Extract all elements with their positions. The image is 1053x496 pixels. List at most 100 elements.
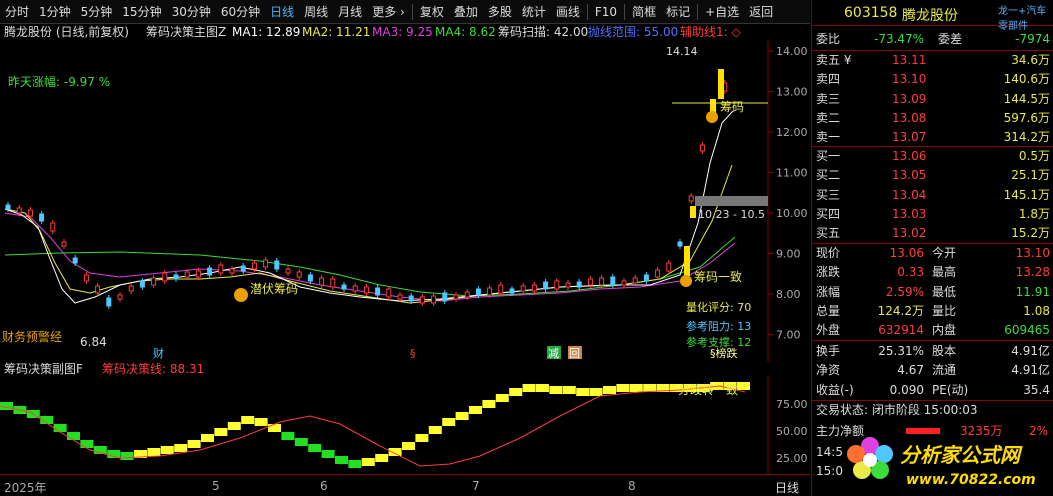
toolbar-item-4[interactable]: 30分钟 (167, 0, 216, 24)
stat-label: 外盘 (816, 323, 841, 338)
candle-body (195, 270, 201, 278)
chip-scan-value: 筹码扫描: 42.00 (498, 25, 589, 39)
main-kline-chart[interactable]: 14.00 13.00 12.00 11.00 10.00 9.00 8.00 7.00 昨天… (0, 41, 810, 362)
candle-body (27, 209, 33, 217)
toolbar-item-3[interactable]: 15分钟 (117, 0, 166, 24)
ask-row[interactable]: 卖五 ¥ 13.11 34.6万 (812, 51, 1053, 70)
sub-indicator-name[interactable]: 筹码决策副图F (4, 362, 83, 376)
site-logo: 分析家公式网 www.70822.com (847, 437, 1036, 488)
stat-label: 量比 (932, 303, 957, 318)
candle-body (621, 280, 627, 286)
stat-value: 632914 (878, 323, 924, 338)
ask-row[interactable]: 卖一 13.07 314.2万 (812, 128, 1053, 147)
trade-status-text: 交易状态: 闭市阶段 15:00:03 (816, 403, 978, 417)
stat-value: 13.06 (889, 246, 924, 260)
bid-row[interactable]: 买二 13.05 25.1万 (812, 166, 1053, 185)
ask-volume: 144.5万 (1003, 91, 1050, 106)
decision-bar (375, 454, 389, 462)
candle-body (431, 295, 437, 304)
bid-row[interactable]: 买五 13.02 15.2万 (812, 224, 1053, 243)
stat-value: 11.91 (1015, 284, 1050, 299)
stat-row: 换手 25.31% 股本 4.91亿 (812, 342, 1053, 361)
hidden-chip-label: 潜伏筹码 (250, 282, 298, 296)
finance-warning-label: 财务预警经 (2, 329, 62, 344)
toolbar-item-14[interactable]: 画线 (551, 0, 585, 24)
ask-volume: 597.6万 (1003, 110, 1050, 125)
high-price-label: 14.14 (666, 45, 698, 58)
decision-bar (388, 448, 402, 456)
ranking-drop-marker[interactable]: §榜跌 (710, 346, 738, 360)
price-tick-label: 11.00 (776, 167, 808, 180)
price-tick-label: 13.00 (776, 86, 808, 99)
ask-row[interactable]: 卖四 13.10 140.6万 (812, 70, 1053, 89)
toolbar-item-5[interactable]: 60分钟 (216, 0, 265, 24)
decision-bar (522, 384, 536, 392)
ask-label: 卖五 ¥ (816, 53, 852, 67)
candle-body (95, 285, 101, 294)
candle-body (139, 280, 145, 288)
stat-label: 净资 (816, 363, 841, 378)
decision-bar (160, 446, 174, 454)
stat-label: 收益(-) (816, 382, 854, 397)
stat-value: 35.4 (1023, 382, 1050, 397)
toolbar-item-18[interactable]: +自选 (700, 0, 744, 24)
decision-bar (536, 384, 549, 392)
chip-money-icon (706, 111, 718, 123)
decision-bar (335, 456, 348, 464)
date-axis: 2025年 5 6 7 8 日线 (0, 474, 810, 496)
bid-row[interactable]: 买三 13.04 145.1万 (812, 186, 1053, 205)
stat-value: 124.2万 (877, 303, 924, 318)
decision-bar (281, 432, 295, 440)
chip-consistent-icon (680, 275, 692, 287)
weibi-value: -73.47% (874, 32, 925, 46)
decision-bar (241, 416, 255, 424)
buyback-marker[interactable]: 回 (569, 347, 580, 360)
toolbar-item-6[interactable]: 日线 (265, 0, 299, 24)
toolbar-item-1[interactable]: 1分钟 (34, 0, 76, 24)
decision-bar (576, 388, 590, 396)
toolbar-item-15[interactable]: F10 (590, 0, 622, 24)
decision-bar (616, 384, 630, 392)
toolbar-item-17[interactable]: 标记 (661, 0, 695, 24)
reduce-marker[interactable]: 减 (548, 347, 559, 360)
toolbar-item-16[interactable]: 简框 (627, 0, 661, 24)
toolbar-item-12[interactable]: 多股 (483, 0, 517, 24)
toolbar-item-2[interactable]: 5分钟 (76, 0, 118, 24)
finance-marker[interactable]: 财 (153, 346, 164, 360)
candle-body (274, 260, 280, 270)
stat-label: 内盘 (932, 323, 957, 338)
candle-body (184, 271, 190, 278)
toolbar-item-19[interactable]: 返回 (744, 0, 778, 24)
bid-row[interactable]: 买四 13.03 1.8万 (812, 205, 1053, 224)
toolbar-item-9[interactable]: 更多 › (367, 0, 410, 24)
bid-row[interactable]: 买一 13.06 0.5万 (812, 147, 1053, 166)
sector-link[interactable]: 龙一+汽车零部件 (998, 2, 1053, 32)
date-month-6: 6 (320, 479, 328, 493)
candle-body (677, 241, 683, 247)
toolbar-item-10[interactable]: 复权 (415, 0, 449, 24)
indicator-name[interactable]: 筹码决策主图Z (146, 24, 226, 41)
tick-time-1: 14:5 (816, 445, 843, 459)
stat-row: 涨跌 0.33 最高 13.28 (812, 263, 1053, 282)
period-label[interactable]: 日线 (775, 479, 799, 496)
toolbar-item-11[interactable]: 叠加 (449, 0, 483, 24)
ask-row[interactable]: 卖三 13.09 144.5万 (812, 90, 1053, 109)
sub-indicator-chart[interactable]: 75.00 50.00 25.00 分歧转一致 (0, 376, 810, 474)
toolbar-item-8[interactable]: 月线 (333, 0, 367, 24)
decision-bar (402, 442, 415, 450)
period-toolbar: 分时 1分钟 5分钟 15分钟 30分钟 60分钟 日线 周线 月线 更多 › 复权 叠加 多股 统计 画线… (0, 0, 810, 24)
candle-body (307, 274, 313, 282)
candle-body (5, 204, 11, 210)
toolbar-item-13[interactable]: 统计 (517, 0, 551, 24)
candle-body (341, 284, 347, 290)
toolbar-item-0[interactable]: 分时 (0, 0, 34, 24)
stat-label: 现价 (816, 246, 841, 260)
ask-row[interactable]: 卖二 13.08 597.6万 (812, 109, 1053, 128)
stat-value: 13.28 (1015, 265, 1050, 280)
event-marker-1[interactable]: § (410, 347, 416, 360)
toolbar-item-7[interactable]: 周线 (299, 0, 333, 24)
decision-bar (482, 400, 496, 408)
stock-title: 腾龙股份 (日线,前复权) (4, 25, 129, 39)
trade-status: 交易状态: 闭市阶段 15:00:03 (812, 401, 1053, 420)
candle-body (509, 288, 515, 294)
